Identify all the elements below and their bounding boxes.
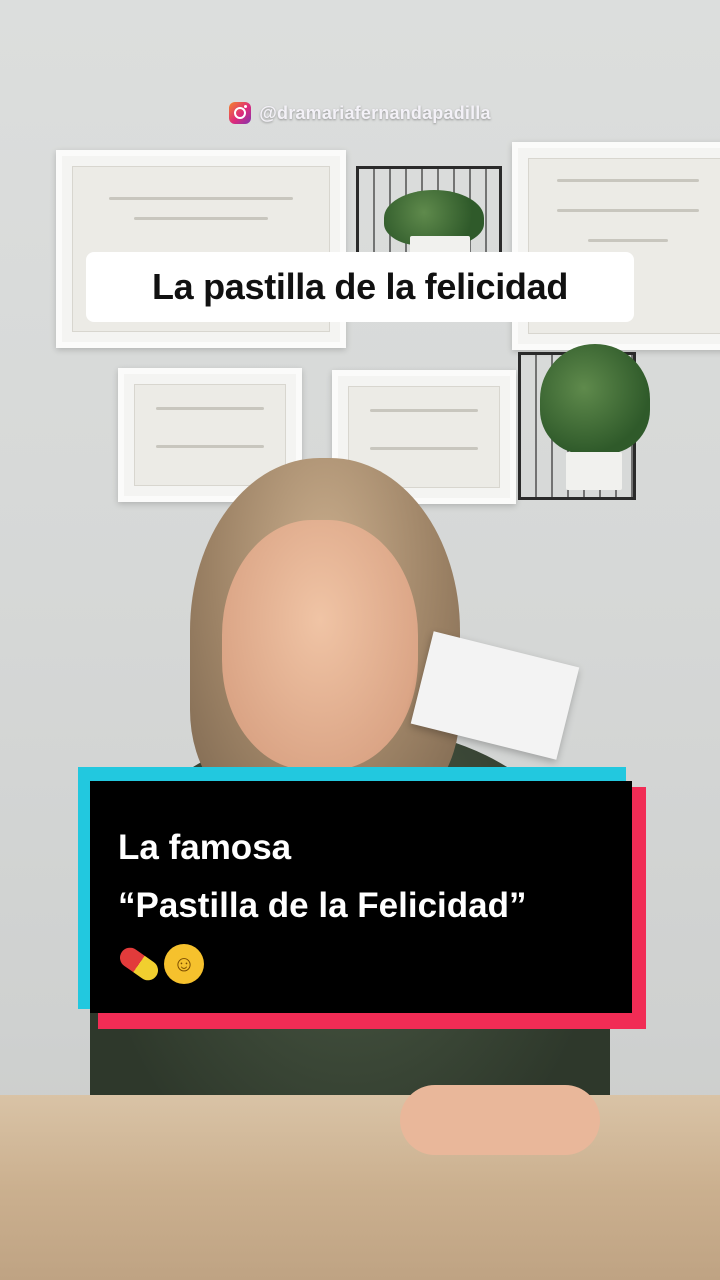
plant [540, 344, 650, 454]
caption-text: La famosa “Pastilla de la Felicidad” ☺ [116, 819, 527, 993]
person-face [222, 520, 418, 770]
creator-watermark: @dramariafernandapadilla [0, 98, 720, 128]
video-title-banner: La pastilla de la felicidad [86, 252, 634, 322]
diploma-paper [134, 384, 286, 486]
person-hands [400, 1085, 600, 1155]
video-background [0, 0, 720, 1280]
creator-handle: @dramariafernandapadilla [259, 102, 491, 123]
video-title: La pastilla de la felicidad [151, 266, 569, 307]
wooden-table [0, 1095, 720, 1280]
caption-emojis: ☺ [116, 935, 526, 993]
plant-pot [566, 452, 622, 490]
caption-line-1: La famosa [118, 828, 292, 867]
caption-card: La famosa “Pastilla de la Felicidad” ☺ [78, 767, 646, 1029]
smiling-face-icon: ☺ [164, 944, 204, 984]
pill-icon [116, 943, 162, 985]
instagram-icon [229, 102, 252, 124]
caption-line-2: “Pastilla de la Felicidad” [118, 886, 527, 925]
